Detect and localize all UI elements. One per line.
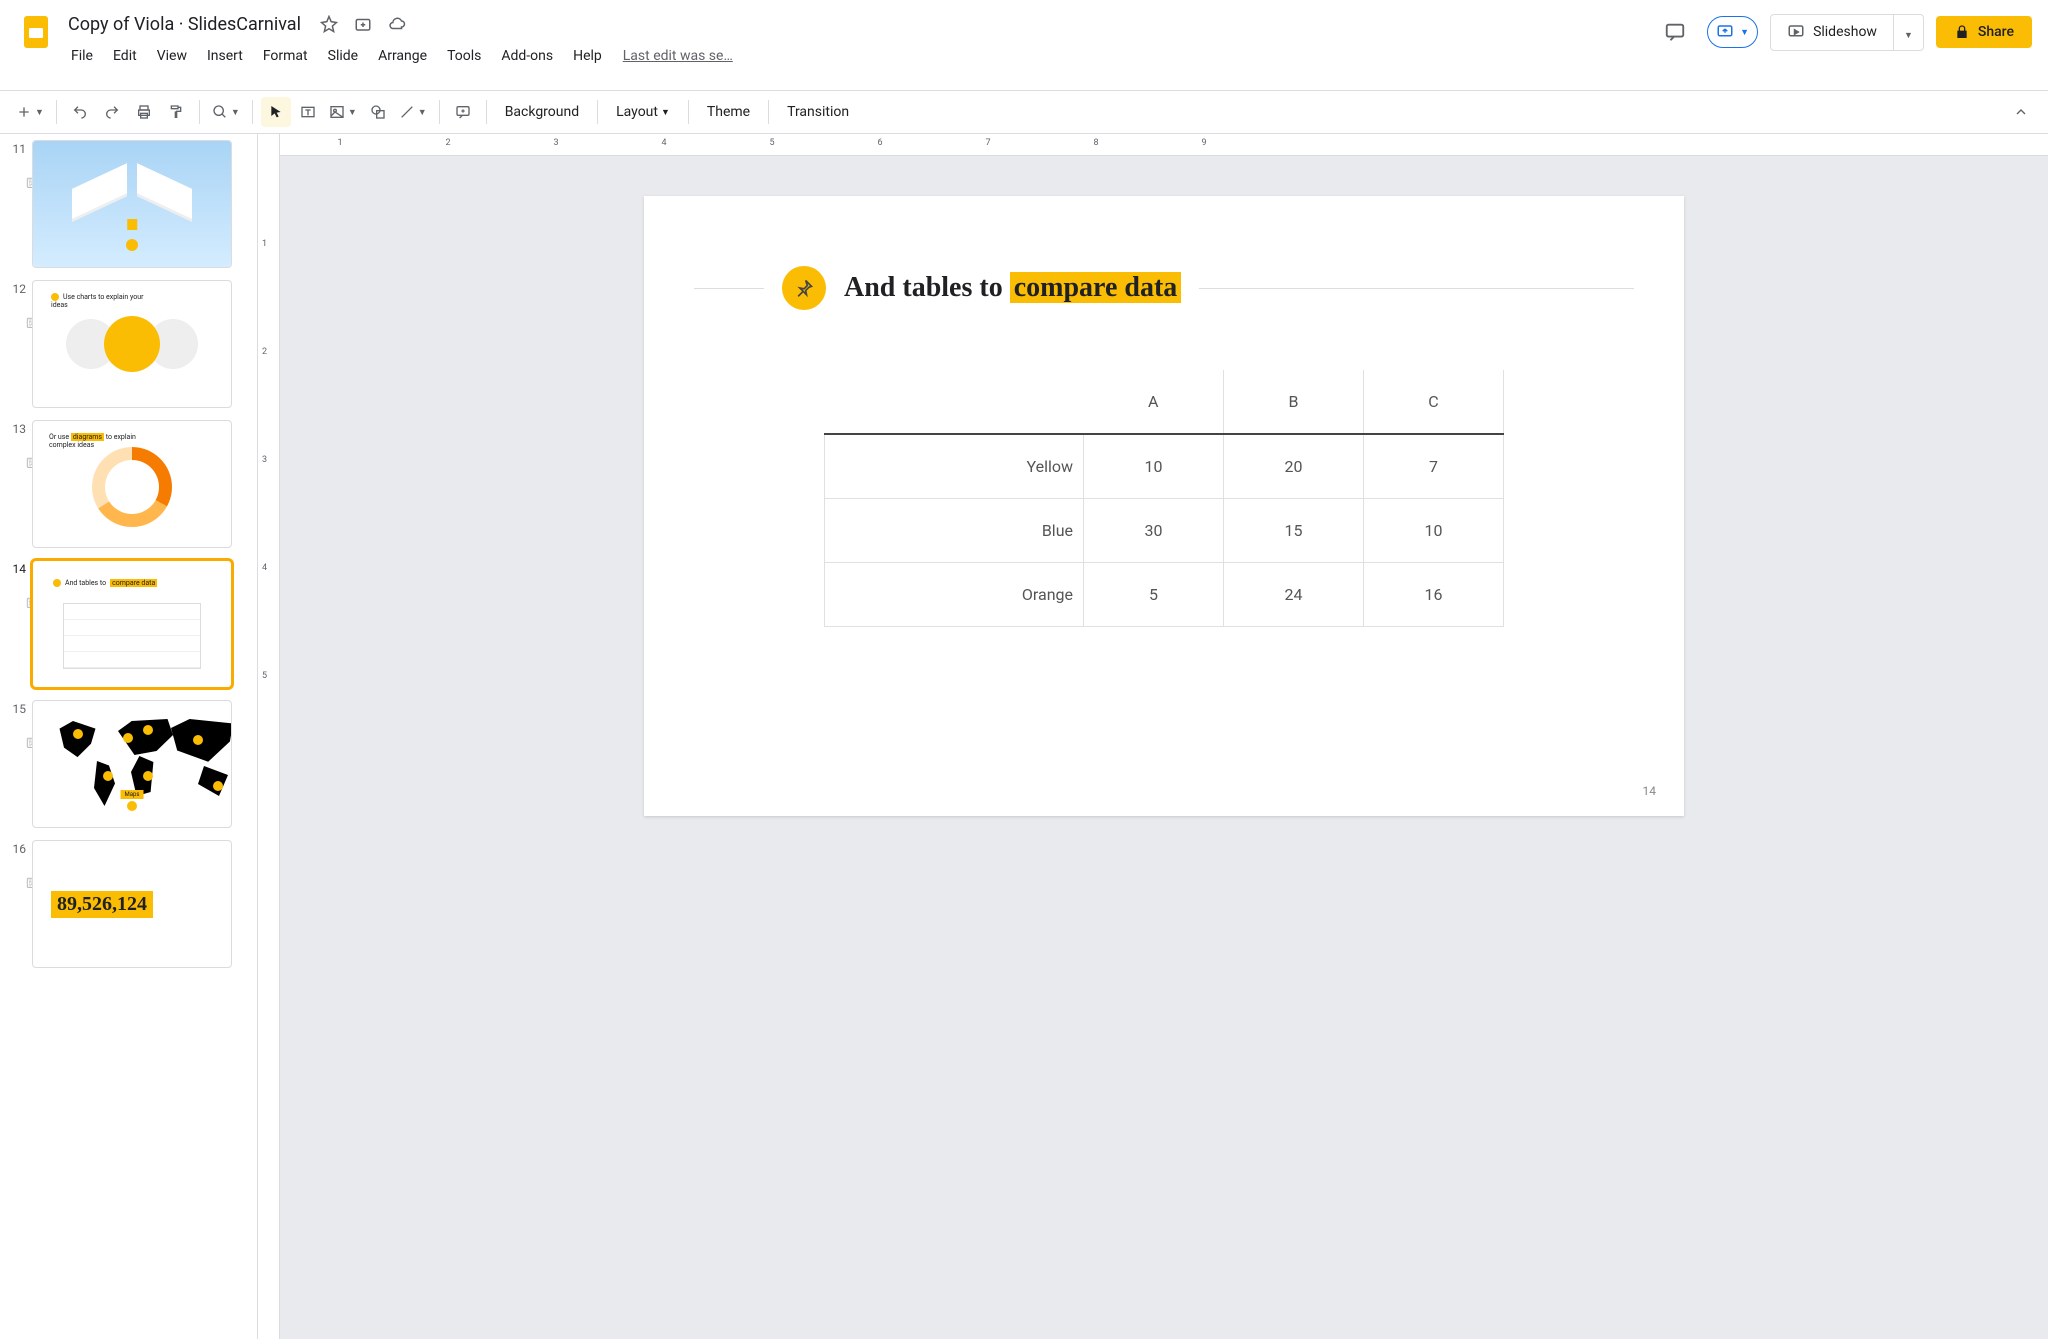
slideshow-dropdown[interactable]: ▼ (1894, 14, 1924, 51)
cloud-status-icon[interactable] (383, 10, 411, 38)
slide-thumb-14[interactable]: 14⌨And tables to compare data (4, 560, 257, 688)
table-header: A (1084, 370, 1224, 434)
line-tool[interactable]: ▼ (395, 97, 431, 127)
zoom-button[interactable]: ▼ (208, 97, 244, 127)
undo-button[interactable] (65, 97, 95, 127)
vertical-ruler: 12345 (258, 134, 280, 1339)
share-button[interactable]: Share (1936, 16, 2032, 48)
new-slide-button[interactable]: ▼ (12, 97, 48, 127)
background-button[interactable]: Background (495, 97, 589, 127)
app-header: Copy of Viola · SlidesCarnival FileEditV… (0, 0, 2048, 90)
menu-file[interactable]: File (62, 44, 102, 68)
paint-format-button[interactable] (161, 97, 191, 127)
menu-view[interactable]: View (148, 44, 196, 68)
chevron-down-icon: ▼ (231, 107, 240, 118)
theme-button[interactable]: Theme (697, 97, 760, 127)
chevron-down-icon: ▼ (418, 107, 427, 118)
data-table: ABC Yellow10207Blue301510Orange52416 (824, 370, 1504, 627)
menu-insert[interactable]: Insert (198, 44, 252, 68)
document-title[interactable]: Copy of Viola · SlidesCarnival (62, 12, 307, 37)
decorative-line (1199, 288, 1634, 289)
comments-icon[interactable] (1655, 12, 1695, 52)
menu-slide[interactable]: Slide (319, 44, 367, 68)
toolbar: ▼ ▼ ▼ ▼ Background Layout▼ Theme Transit… (0, 90, 2048, 134)
textbox-tool[interactable] (293, 97, 323, 127)
table-row: Blue301510 (825, 499, 1504, 563)
menu-add-ons[interactable]: Add-ons (492, 44, 562, 68)
move-icon[interactable] (349, 10, 377, 38)
chevron-down-icon: ▼ (661, 107, 670, 118)
last-edit-link[interactable]: Last edit was se… (623, 48, 733, 64)
slide-thumb-13[interactable]: 13⌨Or use diagrams to explaincomplex ide… (4, 420, 257, 548)
layout-button[interactable]: Layout▼ (606, 97, 680, 127)
slideshow-label: Slideshow (1813, 24, 1877, 40)
filmstrip[interactable]: 11⌨ 12⌨Use charts to explain yourideas13… (0, 134, 258, 1339)
menu-format[interactable]: Format (254, 44, 317, 68)
comment-add-button[interactable] (448, 97, 478, 127)
decorative-line (694, 288, 764, 289)
slide-thumb-11[interactable]: 11⌨ (4, 140, 257, 268)
slide-canvas-wrap: 12345 123456789 And tables to compare da… (258, 134, 2048, 1339)
table-header: C (1363, 370, 1503, 434)
slide-title: And tables to compare data (844, 272, 1181, 304)
horizontal-ruler: 123456789 (280, 134, 2048, 156)
menu-arrange[interactable]: Arrange (369, 44, 436, 68)
star-icon[interactable] (315, 10, 343, 38)
menu-help[interactable]: Help (564, 44, 611, 68)
chevron-down-icon: ▼ (1904, 31, 1913, 41)
slideshow-button[interactable]: Slideshow (1770, 14, 1894, 51)
slide-thumb-15[interactable]: 15⌨Maps (4, 700, 257, 828)
menu-edit[interactable]: Edit (104, 44, 146, 68)
menu-tools[interactable]: Tools (438, 44, 490, 68)
workspace: 11⌨ 12⌨Use charts to explain yourideas13… (0, 134, 2048, 1339)
redo-button[interactable] (97, 97, 127, 127)
menu-bar: FileEditViewInsertFormatSlideArrangeTool… (62, 42, 1655, 70)
share-label: Share (1978, 24, 2014, 40)
slide-thumb-16[interactable]: 16⌨89,526,124 (4, 840, 257, 968)
slide-thumb-12[interactable]: 12⌨Use charts to explain yourideas (4, 280, 257, 408)
slide-page-number: 14 (1643, 784, 1657, 798)
image-tool[interactable]: ▼ (325, 97, 361, 127)
pin-icon (782, 266, 826, 310)
print-button[interactable] (129, 97, 159, 127)
chevron-down-icon: ▼ (35, 107, 44, 118)
present-to-button[interactable]: ▼ (1707, 16, 1758, 48)
table-row: Orange52416 (825, 563, 1504, 627)
transition-button[interactable]: Transition (777, 97, 859, 127)
table-row: Yellow10207 (825, 434, 1504, 499)
table-header: B (1223, 370, 1363, 434)
select-tool[interactable] (261, 97, 291, 127)
chevron-down-icon: ▼ (1740, 27, 1749, 38)
current-slide[interactable]: And tables to compare data ABC Yellow102… (644, 196, 1684, 816)
slides-app-icon[interactable] (16, 12, 56, 52)
chevron-down-icon: ▼ (348, 107, 357, 118)
shape-tool[interactable] (363, 97, 393, 127)
collapse-toolbar-button[interactable] (2006, 97, 2036, 127)
